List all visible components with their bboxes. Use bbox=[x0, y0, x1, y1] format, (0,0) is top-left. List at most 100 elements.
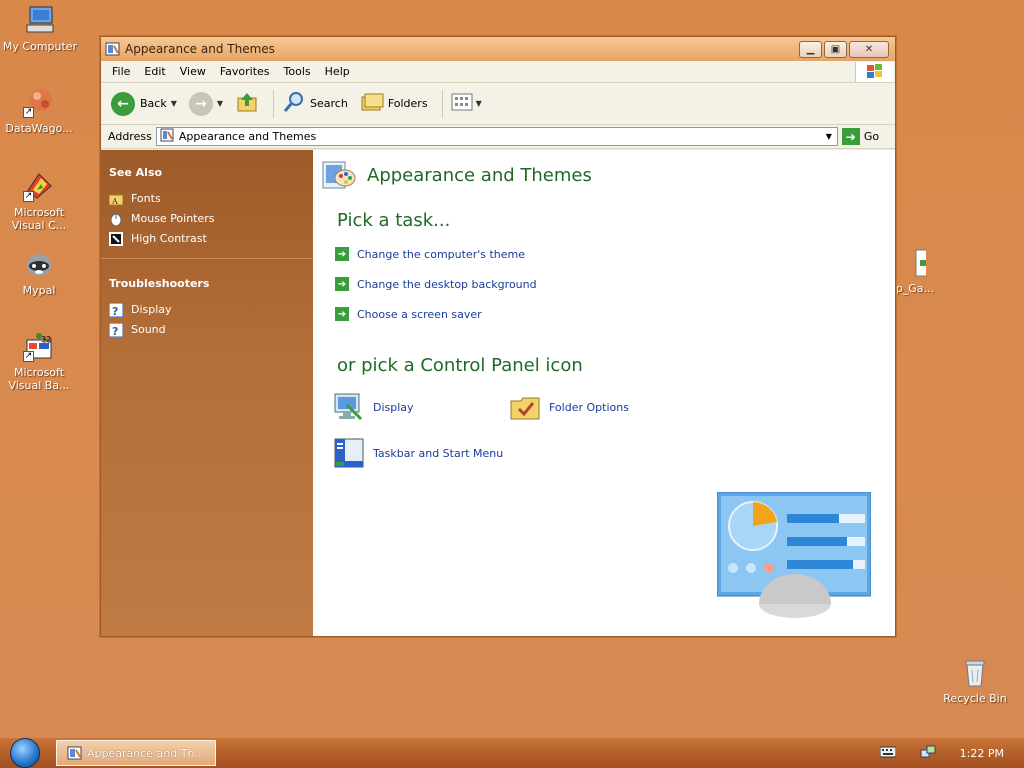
main-pane: Appearance and Themes Pick a task... ➔ C… bbox=[313, 150, 895, 636]
recycle-bin-icon bbox=[959, 656, 991, 688]
see-also-high-contrast[interactable]: High Contrast bbox=[109, 231, 305, 246]
pick-icon-heading: or pick a Control Panel icon bbox=[337, 355, 583, 376]
desktop-icon-visual-c[interactable]: ↗ Microsoft Visual C... bbox=[1, 170, 77, 232]
desktop-icon-label: Microsoft Visual C... bbox=[11, 206, 67, 232]
minimize-icon: ▁ bbox=[806, 43, 815, 55]
forward-button[interactable]: → ▼ bbox=[188, 91, 223, 116]
desktop-icon-label: My Computer bbox=[2, 40, 78, 53]
task-screen-saver[interactable]: ➔ Choose a screen saver bbox=[335, 307, 482, 321]
task-change-background[interactable]: ➔ Change the desktop background bbox=[335, 277, 537, 291]
forward-dropdown-icon[interactable]: ▼ bbox=[217, 99, 223, 108]
go-label: Go bbox=[863, 130, 880, 143]
content-area: See Also A Fonts Mouse Pointers High Con… bbox=[101, 150, 895, 636]
back-button[interactable]: ← Back ▼ bbox=[111, 91, 177, 116]
address-dropdown-icon[interactable]: ▼ bbox=[821, 128, 837, 145]
task-label: Choose a screen saver bbox=[357, 307, 482, 321]
minimize-button[interactable]: ▁ bbox=[799, 40, 822, 58]
fonts-folder-icon: A bbox=[108, 192, 124, 206]
taskbar-window-label: Appearance and Th... bbox=[87, 746, 205, 760]
menu-tools[interactable]: Tools bbox=[277, 65, 318, 78]
go-button[interactable]: ➔ Go bbox=[841, 128, 880, 145]
cp-icon-display[interactable]: Display bbox=[333, 391, 414, 423]
address-field[interactable]: Appearance and Themes ▼ bbox=[155, 127, 838, 146]
window-title: Appearance and Themes bbox=[125, 42, 275, 56]
high-contrast-icon bbox=[109, 231, 123, 246]
views-button[interactable]: ▼ bbox=[451, 92, 482, 115]
troubleshooter-sound[interactable]: ? Sound bbox=[108, 322, 305, 338]
search-label: Search bbox=[310, 97, 348, 110]
toolbar: ← Back ▼ → ▼ Search Folders ▼ bbox=[101, 83, 895, 125]
windows-logo-icon bbox=[855, 62, 893, 82]
datawagon-icon: ↗ bbox=[23, 86, 55, 118]
svg-text:32: 32 bbox=[41, 335, 51, 344]
close-icon: ✕ bbox=[864, 43, 874, 55]
green-arrow-icon: ➔ bbox=[335, 307, 349, 321]
green-arrow-icon: ➔ bbox=[335, 247, 349, 261]
menu-view[interactable]: View bbox=[173, 65, 213, 78]
see-also-heading: See Also bbox=[109, 166, 163, 179]
views-icon bbox=[451, 92, 475, 115]
desktop-icon-visual-basic[interactable]: 32 ↗ Microsoft Visual Ba... bbox=[1, 330, 77, 392]
sp-item-label: Display bbox=[131, 303, 172, 316]
desktop-icon-label: Microsoft Visual Ba... bbox=[8, 366, 70, 392]
search-button[interactable]: Search bbox=[282, 90, 348, 117]
menu-help[interactable]: Help bbox=[318, 65, 357, 78]
svg-text:?: ? bbox=[112, 325, 118, 337]
up-folder-icon bbox=[235, 90, 259, 117]
troubleshooter-display[interactable]: ? Display bbox=[108, 302, 305, 318]
back-label: Back bbox=[140, 97, 167, 110]
help-icon: ? bbox=[108, 322, 124, 338]
menu-edit[interactable]: Edit bbox=[137, 65, 172, 78]
cp-icon-label: Folder Options bbox=[549, 400, 629, 414]
svg-text:?: ? bbox=[112, 305, 118, 317]
folders-label: Folders bbox=[387, 97, 428, 110]
appearance-themes-icon bbox=[321, 156, 357, 195]
sp-item-label: Mouse Pointers bbox=[131, 212, 215, 225]
clock[interactable]: 1:22 PM bbox=[960, 747, 1004, 760]
divider bbox=[101, 258, 313, 259]
see-also-mouse-pointers[interactable]: Mouse Pointers bbox=[109, 211, 305, 226]
forward-arrow-icon: → bbox=[188, 91, 213, 116]
sp-item-label: Sound bbox=[131, 323, 166, 336]
task-change-theme[interactable]: ➔ Change the computer's theme bbox=[335, 247, 525, 261]
network-icon[interactable] bbox=[920, 744, 936, 763]
task-pane: See Also A Fonts Mouse Pointers High Con… bbox=[101, 150, 313, 636]
desktop-icon-recycle-bin[interactable]: Recycle Bin bbox=[937, 656, 1013, 705]
computer-icon bbox=[24, 4, 56, 36]
keyboard-icon[interactable] bbox=[879, 746, 897, 761]
desktop-icon-mypal[interactable]: Mypal bbox=[1, 248, 77, 297]
menu-file[interactable]: File bbox=[105, 65, 137, 78]
folders-button[interactable]: Folders bbox=[360, 90, 428, 117]
desktop-icon-datawagon[interactable]: ↗ DataWago... bbox=[1, 86, 77, 135]
title-bar[interactable]: Appearance and Themes ▁ ▣ ✕ bbox=[101, 37, 895, 61]
go-arrow-icon: ➔ bbox=[841, 128, 860, 145]
close-button[interactable]: ✕ bbox=[849, 40, 889, 58]
cp-icon-label: Taskbar and Start Menu bbox=[373, 446, 504, 460]
start-button[interactable] bbox=[10, 738, 40, 768]
folder-options-icon bbox=[509, 391, 541, 423]
explorer-window: Appearance and Themes ▁ ▣ ✕ File Edit Vi… bbox=[100, 36, 896, 637]
sp-item-label: High Contrast bbox=[131, 232, 207, 245]
green-arrow-icon: ➔ bbox=[335, 277, 349, 291]
menu-bar: File Edit View Favorites Tools Help bbox=[101, 61, 895, 83]
taskbar-icon bbox=[333, 437, 365, 469]
cp-icon-taskbar-start-menu[interactable]: Taskbar and Start Menu bbox=[333, 437, 503, 469]
task-label: Change the desktop background bbox=[357, 277, 537, 291]
back-arrow-icon: ← bbox=[111, 91, 135, 116]
see-also-fonts[interactable]: A Fonts bbox=[108, 191, 305, 206]
desktop-icon-my-computer[interactable]: My Computer bbox=[2, 4, 78, 53]
desktop-icon-label: Recycle Bin bbox=[943, 692, 1007, 705]
sp-item-label: Fonts bbox=[131, 192, 161, 205]
mypal-icon bbox=[23, 248, 55, 280]
views-dropdown-icon[interactable]: ▼ bbox=[476, 99, 482, 108]
control-panel-icon bbox=[67, 745, 83, 761]
cp-icon-folder-options[interactable]: Folder Options bbox=[509, 391, 629, 423]
back-dropdown-icon[interactable]: ▼ bbox=[171, 99, 177, 108]
search-icon bbox=[282, 90, 306, 117]
address-bar: Address Appearance and Themes ▼ ➔ Go bbox=[101, 125, 895, 149]
taskbar-window-button[interactable]: Appearance and Th... bbox=[56, 740, 216, 766]
svg-text:A: A bbox=[111, 197, 118, 206]
up-folder-button[interactable] bbox=[235, 90, 259, 117]
maximize-button[interactable]: ▣ bbox=[824, 40, 847, 58]
menu-favorites[interactable]: Favorites bbox=[213, 65, 277, 78]
